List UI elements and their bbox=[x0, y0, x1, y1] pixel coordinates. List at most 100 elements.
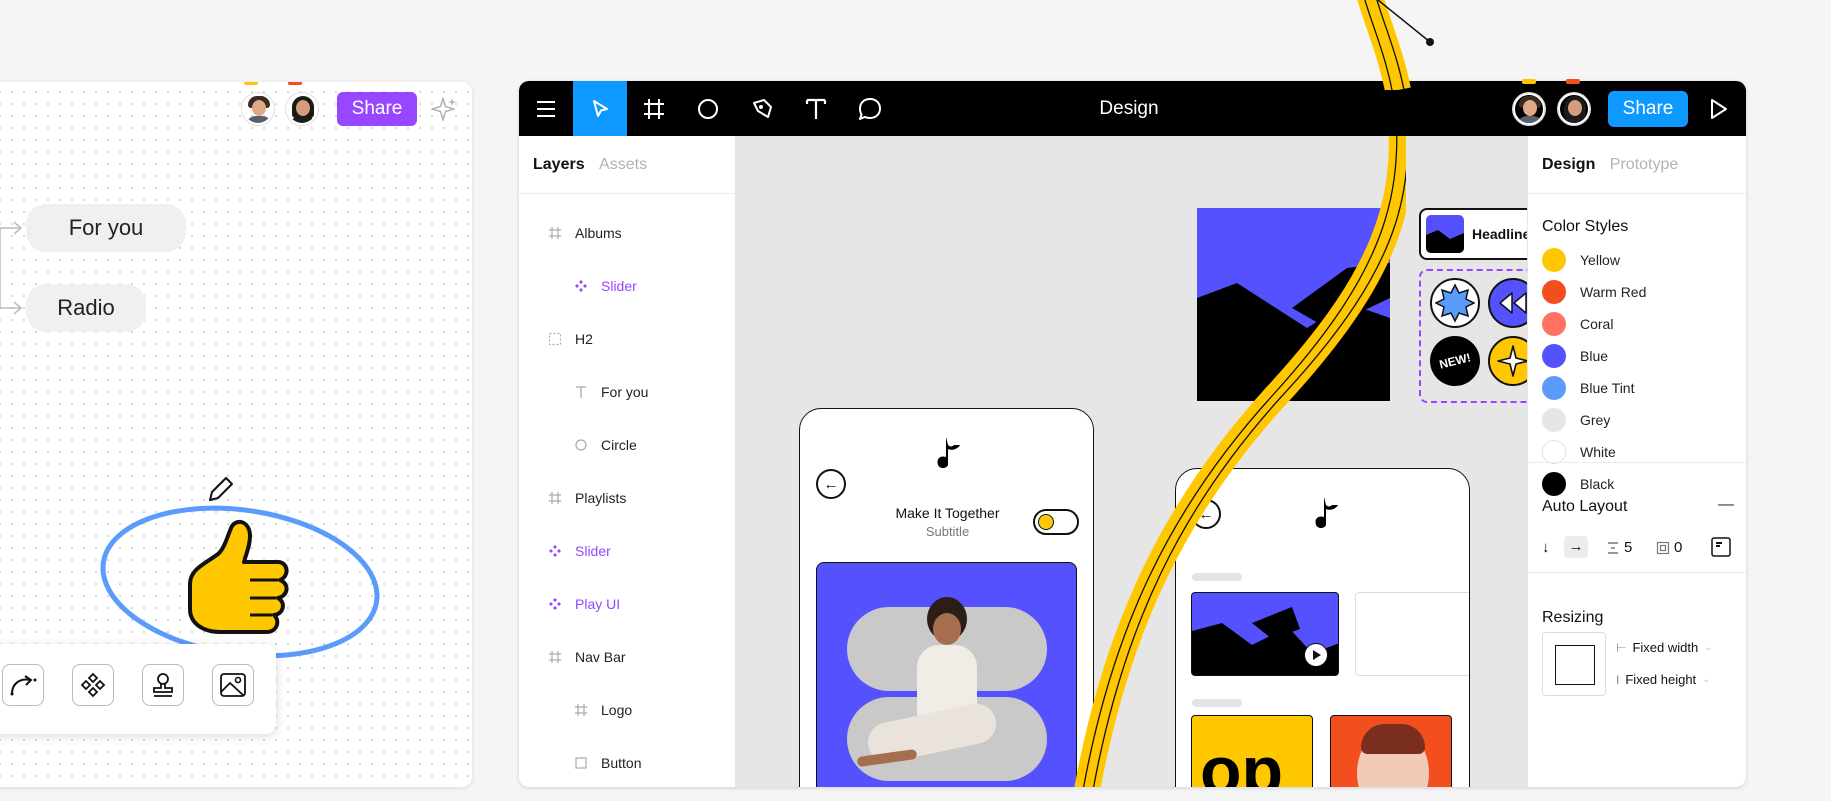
color-style-label[interactable]: White bbox=[1580, 444, 1616, 460]
layer-item[interactable]: Logo bbox=[573, 695, 632, 725]
component-tool-icon[interactable] bbox=[72, 664, 114, 706]
panel-divider bbox=[1528, 462, 1746, 463]
layer-label: Albums bbox=[575, 225, 622, 241]
avatar-man[interactable] bbox=[1513, 93, 1545, 125]
color-style-label[interactable]: Yellow bbox=[1580, 252, 1620, 268]
layer-item[interactable]: Slider bbox=[573, 271, 637, 301]
layer-item[interactable]: Playlists bbox=[547, 483, 626, 513]
color-style-label[interactable]: Warm Red bbox=[1580, 284, 1646, 300]
avatar-woman[interactable] bbox=[286, 93, 318, 125]
spacing-value[interactable]: 5 bbox=[1624, 539, 1632, 556]
share-button[interactable]: Share bbox=[1608, 91, 1688, 127]
direction-right-icon[interactable]: → bbox=[1564, 536, 1588, 558]
ribbon-tail bbox=[1357, 0, 1434, 90]
color-swatch[interactable] bbox=[1542, 280, 1566, 304]
color-swatch[interactable] bbox=[1542, 248, 1566, 272]
spacing-icon bbox=[1606, 541, 1620, 560]
tool-tray bbox=[0, 644, 276, 734]
design-tabs: Design Prototype bbox=[1542, 156, 1688, 174]
fixed-width-label: Fixed width bbox=[1632, 640, 1699, 655]
app-logo-icon bbox=[934, 435, 964, 473]
headline-component[interactable]: Headline bbox=[1419, 208, 1527, 260]
height-icon: I bbox=[1616, 672, 1620, 687]
file-title[interactable]: Design bbox=[1059, 81, 1199, 136]
color-style-label[interactable]: Blue bbox=[1580, 348, 1608, 364]
padding-value[interactable]: 0 bbox=[1674, 539, 1682, 556]
panel-divider bbox=[1528, 572, 1746, 573]
menu-icon[interactable] bbox=[519, 81, 573, 136]
layer-label: Circle bbox=[601, 437, 637, 453]
color-style-label[interactable]: Grey bbox=[1580, 412, 1610, 428]
tab-design[interactable]: Design bbox=[1542, 156, 1595, 174]
resizing-preview bbox=[1542, 632, 1606, 696]
sparkle-icon[interactable] bbox=[428, 94, 458, 124]
design-window: Design Share Layers Assets Albums Slider H… bbox=[519, 81, 1746, 787]
pen-tool-icon[interactable] bbox=[735, 81, 789, 136]
comment-tool-icon[interactable] bbox=[843, 81, 897, 136]
frame-icon bbox=[547, 649, 563, 665]
text-icon bbox=[573, 384, 589, 400]
flow-pill-radio[interactable]: Radio bbox=[26, 284, 146, 332]
new-badge-label: NEW! bbox=[1437, 350, 1473, 372]
tab-layers[interactable]: Layers bbox=[533, 156, 585, 174]
layer-label: Slider bbox=[601, 278, 637, 294]
tab-prototype[interactable]: Prototype bbox=[1610, 156, 1678, 174]
frame-icon bbox=[547, 490, 563, 506]
layer-item[interactable]: Circle bbox=[573, 430, 637, 460]
layer-label: Play UI bbox=[575, 596, 621, 612]
layer-item[interactable]: For you bbox=[573, 377, 648, 407]
ellipse-tool-icon[interactable] bbox=[681, 81, 735, 136]
connector-tool-icon[interactable] bbox=[2, 664, 44, 706]
alignment-icon[interactable] bbox=[1710, 536, 1732, 563]
direction-down-icon[interactable]: ↓ bbox=[1542, 539, 1560, 557]
width-icon: ⊢ bbox=[1616, 640, 1627, 655]
remove-auto-layout-button[interactable]: — bbox=[1718, 496, 1734, 514]
stamp-tool-icon[interactable] bbox=[142, 664, 184, 706]
layer-label: Slider bbox=[575, 543, 611, 559]
padding-icon bbox=[1656, 541, 1670, 560]
color-style-label[interactable]: Blue Tint bbox=[1580, 380, 1634, 396]
layer-item[interactable]: Nav Bar bbox=[547, 642, 626, 672]
move-tool-icon[interactable] bbox=[573, 81, 627, 136]
frame-tool-icon[interactable] bbox=[627, 81, 681, 136]
component-icon bbox=[573, 278, 589, 294]
flow-pill-for-you[interactable]: For you bbox=[26, 204, 186, 252]
decorative-ribbon bbox=[1074, 136, 1406, 787]
fixed-width-option[interactable]: ⊢ Fixed width ⌄ bbox=[1616, 640, 1713, 655]
component-icon bbox=[547, 596, 563, 612]
cursor-tab-yellow bbox=[1522, 79, 1536, 84]
color-swatch[interactable] bbox=[1542, 440, 1566, 464]
fixed-height-option[interactable]: I Fixed height ⌄ bbox=[1616, 672, 1711, 687]
text-tool-icon[interactable] bbox=[789, 81, 843, 136]
layer-item[interactable]: Albums bbox=[547, 218, 622, 248]
back-arrow-icon[interactable]: ← bbox=[816, 469, 846, 499]
color-swatch[interactable] bbox=[1542, 376, 1566, 400]
color-style-label[interactable]: Black bbox=[1580, 476, 1614, 492]
avatar-man[interactable] bbox=[242, 93, 274, 125]
rectangle-icon bbox=[573, 755, 589, 771]
avatar-woman[interactable] bbox=[1558, 93, 1590, 125]
color-swatch[interactable] bbox=[1542, 344, 1566, 368]
color-style-label[interactable]: Coral bbox=[1580, 316, 1613, 332]
present-play-icon[interactable] bbox=[1692, 81, 1746, 136]
layer-item[interactable]: Slider bbox=[547, 536, 611, 566]
color-swatch[interactable] bbox=[1542, 472, 1566, 496]
frame-icon bbox=[573, 702, 589, 718]
color-swatch[interactable] bbox=[1542, 408, 1566, 432]
layer-item[interactable]: Button bbox=[573, 748, 641, 778]
section-icon bbox=[547, 331, 563, 347]
design-panel: Design Prototype Color Styles Yellow Warm… bbox=[1527, 136, 1746, 787]
color-swatch[interactable] bbox=[1542, 312, 1566, 336]
board-share-button[interactable]: Share bbox=[337, 92, 417, 126]
tab-assets[interactable]: Assets bbox=[599, 156, 647, 174]
layer-item[interactable]: Play UI bbox=[547, 589, 620, 619]
starburst-badge-icon[interactable] bbox=[1430, 278, 1480, 328]
resizing-title: Resizing bbox=[1542, 609, 1604, 626]
component-icon bbox=[547, 543, 563, 559]
layer-label: Button bbox=[601, 755, 642, 771]
layer-item[interactable]: H2 bbox=[547, 324, 593, 354]
canvas[interactable]: Headline NEW! ← Make It Together Subtitl… bbox=[736, 136, 1527, 787]
auto-layout-title: Auto Layout bbox=[1542, 498, 1628, 515]
figjam-board: Share For you Radio bbox=[0, 82, 472, 787]
image-tool-icon[interactable] bbox=[212, 664, 254, 706]
